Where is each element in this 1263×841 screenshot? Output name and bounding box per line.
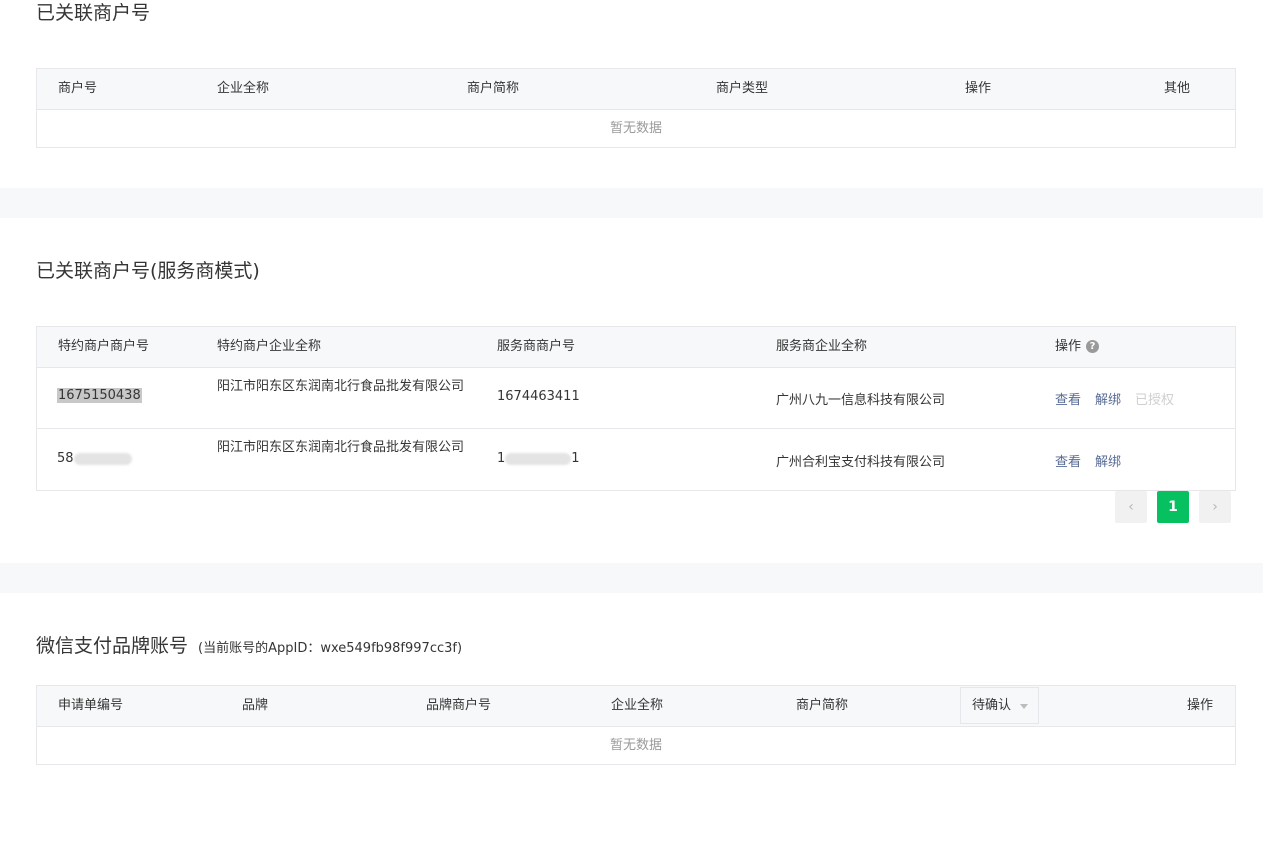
status-filter-value: 待确认 — [972, 698, 1012, 713]
column-header: 操作 — [965, 81, 992, 96]
unbind-link[interactable]: 解绑 — [1095, 393, 1121, 408]
redacted-mask — [505, 452, 572, 465]
caret-down-icon — [1020, 704, 1028, 709]
sub-merchant-id-value: 1675150438 — [57, 388, 142, 403]
table-header: 申请单编号 品牌 品牌商户号 企业全称 商户简称 待确认 操作 — [37, 686, 1235, 727]
status-filter-dropdown[interactable]: 待确认 — [960, 687, 1039, 724]
question-circle-icon[interactable]: ? — [1086, 340, 1100, 353]
sub-merchant-company: 阳江市阳东区东润南北行食品批发有限公司 — [217, 440, 465, 455]
column-header: 特约商户企业全称 — [217, 339, 322, 354]
column-header: 其他 — [1164, 81, 1191, 96]
column-header: 服务商企业全称 — [776, 339, 868, 354]
column-header: 商户号 — [58, 81, 98, 96]
prev-page-button[interactable]: ‹ — [1115, 491, 1147, 523]
column-header-label: 操作 — [1055, 339, 1082, 354]
column-header: 品牌 — [242, 698, 269, 713]
sp-company: 广州八九一信息科技有限公司 — [776, 393, 946, 408]
column-header: 特约商户商户号 — [58, 339, 150, 354]
page-button-current[interactable]: 1 — [1157, 491, 1189, 523]
section-divider — [0, 188, 1263, 218]
sp-merchant-id: 1674463411 — [497, 389, 580, 404]
sp-merchant-id: 11 — [497, 451, 580, 466]
empty-state: 暂无数据 — [609, 738, 662, 753]
column-header: 品牌商户号 — [426, 698, 492, 713]
column-header-actions: 操作? — [1055, 327, 1100, 367]
linked-merchants-table: 商户号 企业全称 商户简称 商户类型 操作 其他 暂无数据 — [36, 68, 1236, 148]
sp-company: 广州合利宝支付科技有限公司 — [776, 455, 946, 470]
sp-merchant-id-suffix: 1 — [571, 451, 580, 466]
row-actions: 查看 解绑 — [1055, 451, 1135, 470]
table-row: 58 阳江市阳东区东润南北行食品批发有限公司 11 广州合利宝支付科技有限公司 … — [37, 429, 1235, 490]
column-header: 企业全称 — [217, 81, 270, 96]
sp-merchant-id-prefix: 1 — [497, 451, 506, 466]
section-title: 微信支付品牌账号 — [36, 635, 189, 657]
view-link[interactable]: 查看 — [1055, 455, 1081, 470]
brand-accounts-table: 申请单编号 品牌 品牌商户号 企业全称 商户简称 待确认 操作 暂无数据 — [36, 685, 1236, 765]
column-header: 商户简称 — [467, 81, 520, 96]
section-title: 已关联商户号(服务商模式) — [36, 260, 260, 282]
empty-state: 暂无数据 — [609, 121, 662, 136]
sub-merchant-id: 58 — [57, 451, 132, 466]
table-header: 特约商户商户号 特约商户企业全称 服务商商户号 服务商企业全称 操作? — [37, 327, 1235, 368]
view-link[interactable]: 查看 — [1055, 393, 1081, 408]
column-header: 服务商商户号 — [497, 339, 576, 354]
linked-merchants-sp-table: 特约商户商户号 特约商户企业全称 服务商商户号 服务商企业全称 操作? 1675… — [36, 326, 1236, 491]
redacted-mask — [73, 452, 132, 465]
section-divider — [0, 563, 1263, 593]
unbind-link[interactable]: 解绑 — [1095, 455, 1121, 470]
column-header: 企业全称 — [611, 698, 664, 713]
section-title-row: 微信支付品牌账号 (当前账号的AppID：wxe549fb98f997cc3f) — [36, 631, 462, 658]
authorized-label: 已授权 — [1135, 393, 1175, 408]
next-page-button[interactable]: › — [1199, 491, 1231, 523]
table-row: 1675150438 阳江市阳东区东润南北行食品批发有限公司 167446341… — [37, 368, 1235, 429]
sub-merchant-id: 1675150438 — [57, 388, 142, 403]
column-header: 商户简称 — [796, 698, 849, 713]
section-title: 已关联商户号 — [36, 2, 151, 24]
column-header: 商户类型 — [716, 81, 769, 96]
column-header: 申请单编号 — [58, 698, 124, 713]
table-header: 商户号 企业全称 商户简称 商户类型 操作 其他 — [37, 69, 1235, 110]
sub-merchant-company: 阳江市阳东区东润南北行食品批发有限公司 — [217, 379, 465, 394]
column-header: 操作 — [1187, 698, 1214, 713]
appid-subtitle: (当前账号的AppID：wxe549fb98f997cc3f) — [198, 641, 463, 656]
section-linked-merchants: 已关联商户号 商户号 企业全称 商户简称 商户类型 操作 其他 暂无数据 — [0, 0, 1263, 188]
row-actions: 查看 解绑 已授权 — [1055, 389, 1188, 408]
sub-merchant-id-value: 58 — [57, 451, 74, 466]
